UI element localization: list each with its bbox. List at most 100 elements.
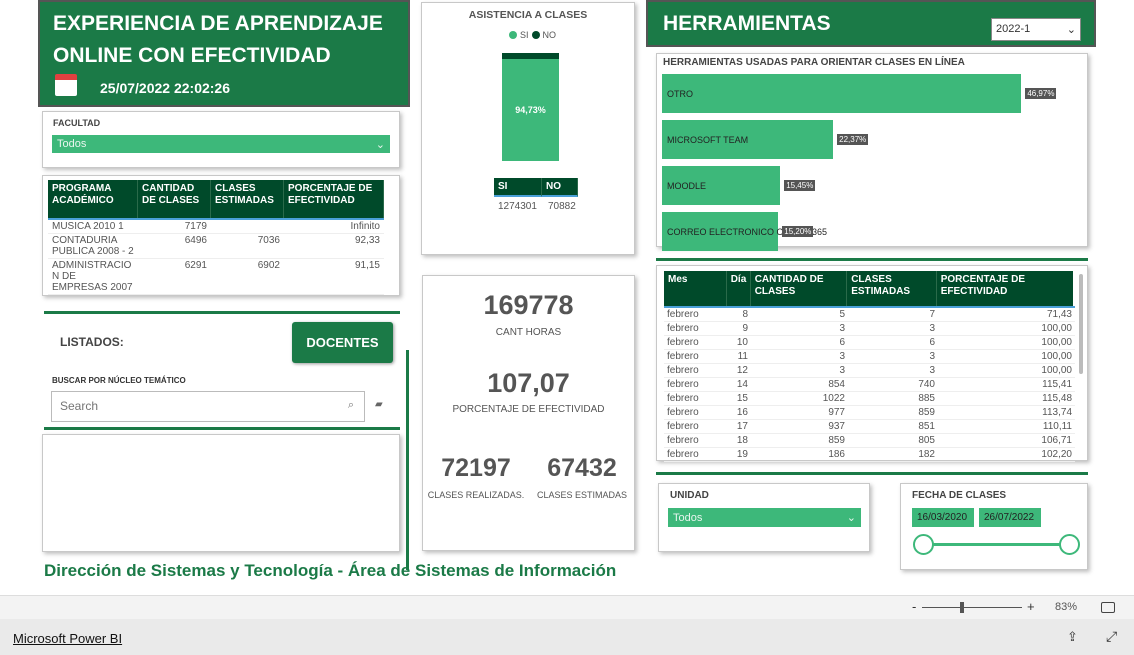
col-header[interactable]: PORCENTAJE DE EFECTIVIDAD — [284, 180, 384, 218]
table-cell: 17 — [727, 419, 751, 434]
table-cell: 113,74 — [938, 405, 1075, 420]
table-row[interactable]: febrero 19 186 182 102,20 — [664, 447, 1075, 462]
search-input[interactable] — [60, 392, 330, 419]
table-row[interactable]: febrero 8 5 7 71,43 — [664, 307, 1075, 322]
divider — [44, 311, 400, 314]
period-dropdown[interactable]: 2022-1 ⌄ — [991, 18, 1081, 41]
zoom-slider[interactable] — [922, 607, 1022, 608]
col-header[interactable]: CANTIDAD DE CLASES — [750, 271, 848, 306]
table-row[interactable]: febrero 16 977 859 113,74 — [664, 405, 1075, 420]
slider-handle-start[interactable] — [913, 534, 934, 555]
asistencia-card: ASISTENCIA A CLASES SI NO 94,73% SI NO 1… — [421, 2, 635, 255]
table-row[interactable]: febrero 14 854 740 115,41 — [664, 377, 1075, 392]
fit-page-icon[interactable] — [1101, 602, 1115, 613]
table-row[interactable]: febrero 11 3 3 100,00 — [664, 349, 1075, 364]
zoom-in-button[interactable]: + — [1027, 599, 1035, 614]
date-slider-track — [923, 543, 1069, 546]
docentes-button[interactable]: DOCENTES — [292, 322, 393, 363]
table-row[interactable]: febrero 12 3 3 100,00 — [664, 363, 1075, 378]
table-row[interactable]: febrero 18 859 805 106,71 — [664, 433, 1075, 448]
zoom-slider-handle[interactable] — [960, 602, 964, 613]
unidad-dropdown[interactable]: Todos ⌄ — [668, 508, 861, 527]
table-cell: 3 — [751, 349, 848, 364]
title-line1: EXPERIENCIA DE APRENDIZAJE — [53, 12, 383, 35]
table-cell: 10 — [727, 335, 751, 350]
search-icon[interactable]: ⌕ — [348, 399, 354, 412]
table-cell: 9 — [727, 321, 751, 336]
table-cell: 6496 — [138, 233, 211, 259]
table-cell: 859 — [751, 433, 848, 448]
docentes-list[interactable] — [42, 434, 400, 552]
kpi-value: 169778 — [483, 290, 574, 320]
bar[interactable]: OTRO — [662, 74, 1022, 113]
table-row[interactable]: CONTADURIA PUBLICA 2008 - 2 6496 7036 92,33 — [48, 233, 384, 259]
table-cell: 3 — [751, 321, 848, 336]
table-cell: 6902 — [211, 258, 284, 295]
zoom-out-button[interactable]: - — [912, 599, 916, 614]
table-cell: 8 — [727, 307, 751, 322]
bar-value-label: 46,97% — [1025, 88, 1057, 99]
col-header[interactable]: CANTIDAD DE CLASES — [138, 180, 211, 218]
expand-icon[interactable]: ⤢ — [1106, 628, 1117, 645]
table-cell: 3 — [751, 363, 848, 378]
chevron-down-icon: ⌄ — [846, 512, 856, 524]
table-cell: 14 — [727, 377, 751, 392]
table-cell: 805 — [848, 433, 938, 448]
table-cell: 5 — [751, 307, 848, 322]
table-cell: 7179 — [138, 219, 211, 234]
period-value: 2022-1 — [996, 23, 1031, 35]
table-row[interactable]: ADMINISTRACIO N DE EMPRESAS 2007 6291 6902… — [48, 258, 384, 295]
col-header[interactable]: Día — [726, 271, 751, 306]
bar-value-label: 22,37% — [837, 134, 869, 145]
programs-header: PROGRAMA ACADÉMICO CANTIDAD DE CLASES CL… — [48, 180, 389, 218]
daily-table: Mes Día CANTIDAD DE CLASES CLASES ESTIMA… — [656, 265, 1088, 462]
table-cell: 6 — [848, 335, 938, 350]
col-header[interactable]: PORCENTAJE DE EFECTIVIDAD — [936, 271, 1073, 306]
table-cell: 3 — [848, 363, 938, 378]
bar[interactable]: MICROSOFT TEAM — [662, 120, 834, 159]
bar[interactable]: CORREO ELECTRONICO OFFICE 365 — [662, 212, 827, 251]
eraser-icon[interactable]: ▰ — [375, 399, 383, 410]
legend-si: SI — [520, 30, 529, 40]
table-row[interactable]: febrero 17 937 851 110,11 — [664, 419, 1075, 434]
start-date-input[interactable]: 16/03/2020 — [912, 508, 974, 527]
col-header[interactable]: Mes — [664, 271, 727, 306]
bar[interactable]: MOODLE — [662, 166, 781, 205]
kpi-label: CANT HORAS — [495, 327, 562, 338]
bar-category-label: OTRO — [667, 88, 693, 99]
table-cell: febrero — [664, 433, 727, 448]
kpi-value: 72197 — [441, 454, 511, 482]
col-header[interactable]: PROGRAMA ACADÉMICO — [48, 180, 138, 218]
table-cell: febrero — [664, 363, 727, 378]
table-row[interactable]: febrero 10 6 6 100,00 — [664, 335, 1075, 350]
slider-handle-end[interactable] — [1059, 534, 1080, 555]
search-box[interactable]: ⌕ — [51, 391, 365, 422]
zoom-bar: - + 83% — [0, 595, 1134, 619]
table-row[interactable]: febrero 9 3 3 100,00 — [664, 321, 1075, 336]
table-cell: 18 — [727, 433, 751, 448]
table-cell: 937 — [751, 419, 848, 434]
kpi-label: PORCENTAJE DE EFECTIVIDAD — [452, 404, 605, 415]
table-cell: 102,20 — [938, 447, 1075, 462]
table-cell: febrero — [664, 307, 727, 322]
table-row[interactable]: febrero 15 1022 885 115,48 — [664, 391, 1075, 406]
scrollbar[interactable] — [1079, 274, 1083, 374]
table-cell: 110,11 — [938, 419, 1075, 434]
fecha-slicer: FECHA DE CLASES 16/03/2020 26/07/2022 — [900, 483, 1088, 570]
table-cell: 115,41 — [938, 377, 1075, 392]
table-cell: 854 — [751, 377, 848, 392]
table-cell: febrero — [664, 405, 727, 420]
legend: SI NO — [509, 30, 556, 40]
herramientas-banner: HERRAMIENTAS 2022-1 ⌄ — [646, 0, 1096, 47]
facultad-dropdown[interactable]: Todos ⌄ — [52, 135, 390, 153]
col-header[interactable]: CLASES ESTIMADAS — [211, 180, 284, 218]
table-row[interactable]: MUSICA 2010 1 7179 Infinito — [48, 219, 384, 234]
table-cell: 16 — [727, 405, 751, 420]
end-date-input[interactable]: 26/07/2022 — [979, 508, 1041, 527]
col-header[interactable]: CLASES ESTIMADAS — [847, 271, 937, 306]
bar-value-label: 15,45% — [784, 180, 816, 191]
power-bi-link[interactable]: Microsoft Power BI — [13, 631, 122, 646]
share-icon[interactable]: ⇪ — [1067, 629, 1078, 645]
table-cell: febrero — [664, 349, 727, 364]
facultad-value: Todos — [57, 138, 87, 150]
